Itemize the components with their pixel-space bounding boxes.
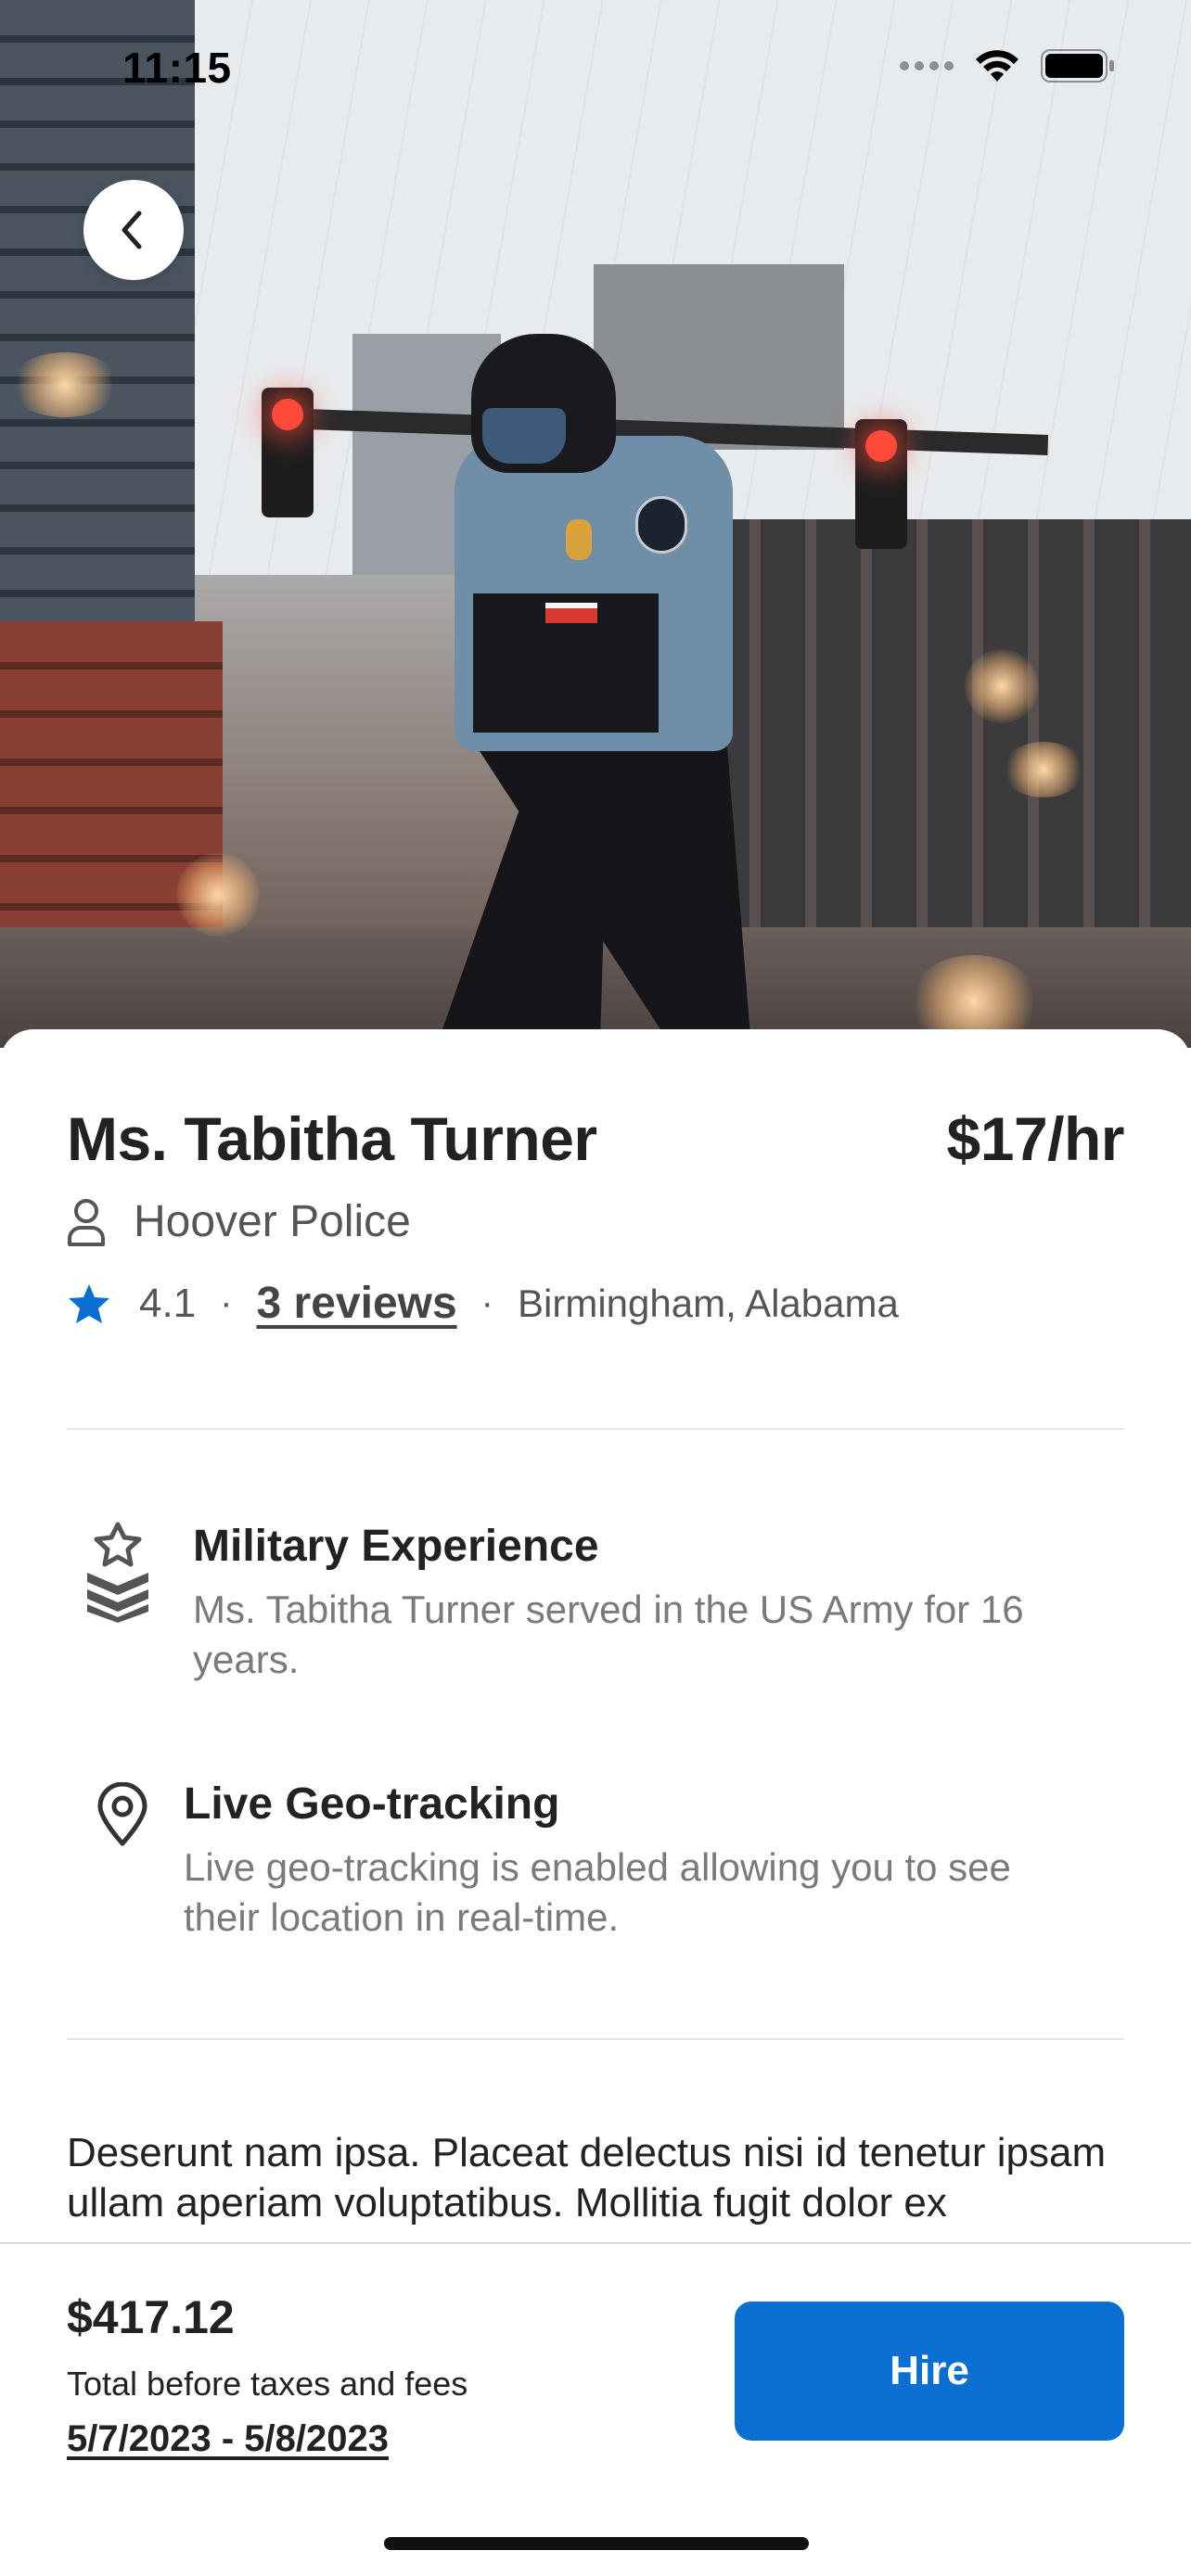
hero-photo (0, 0, 1191, 1048)
agency-row: Hoover Police (67, 1196, 411, 1247)
hire-button[interactable]: Hire (735, 2302, 1124, 2441)
feature-title: Live Geo-tracking (184, 1779, 560, 1829)
booking-bar: $417.12 Total before taxes and fees 5/7/… (0, 2242, 1191, 2576)
feature-description: Live geo-tracking is enabled allowing yo… (184, 1845, 1011, 1939)
feature-military-experience: Military Experience Ms. Tabitha Turner s… (193, 1521, 1046, 1685)
home-indicator (384, 2537, 809, 2550)
booking-dates-link[interactable]: 5/7/2023 - 5/8/2023 (67, 2418, 389, 2460)
rating-row: 4.1 · 3 reviews · Birmingham, Alabama (67, 1278, 899, 1329)
divider (67, 2038, 1124, 2040)
location-pin-icon (97, 1781, 147, 1846)
total-label: Total before taxes and fees (67, 2365, 468, 2403)
guard-name: Ms. Tabitha Turner (67, 1104, 597, 1173)
total-price: $417.12 (67, 2291, 235, 2343)
reviews-link[interactable]: 3 reviews (257, 1278, 457, 1329)
hourly-rate: $17/hr (946, 1104, 1125, 1173)
back-button[interactable] (83, 180, 184, 280)
feature-geo-icon-wrap (96, 1781, 148, 1852)
feature-title: Military Experience (193, 1522, 599, 1571)
guard-description: Deserunt nam ipsa. Placeat delectus nisi… (67, 2130, 1107, 2225)
separator-dot: · (480, 1282, 493, 1323)
separator-dot: · (220, 1282, 233, 1323)
star-icon (69, 1283, 109, 1323)
chevron-left-icon (122, 210, 142, 249)
military-rank-icon (87, 1522, 148, 1623)
cellular-signal-icon (900, 61, 954, 70)
status-time: 11:15 (122, 44, 232, 92)
feature-live-geo-tracking: Live Geo-tracking Live geo-tracking is e… (184, 1779, 1037, 1943)
details-sheet: Ms. Tabitha Turner $17/hr Hoover Police … (0, 1029, 1191, 2244)
battery-icon (1041, 49, 1114, 83)
wifi-icon (976, 50, 1018, 82)
status-icons (900, 48, 1115, 83)
feature-description: Ms. Tabitha Turner served in the US Army… (193, 1588, 1024, 1681)
rating-value: 4.1 (139, 1280, 197, 1326)
person-icon (68, 1198, 105, 1246)
feature-military-icon-wrap (83, 1521, 152, 1627)
location-text: Birmingham, Alabama (518, 1281, 899, 1325)
agency-name: Hoover Police (134, 1197, 411, 1246)
divider (67, 1428, 1124, 1430)
